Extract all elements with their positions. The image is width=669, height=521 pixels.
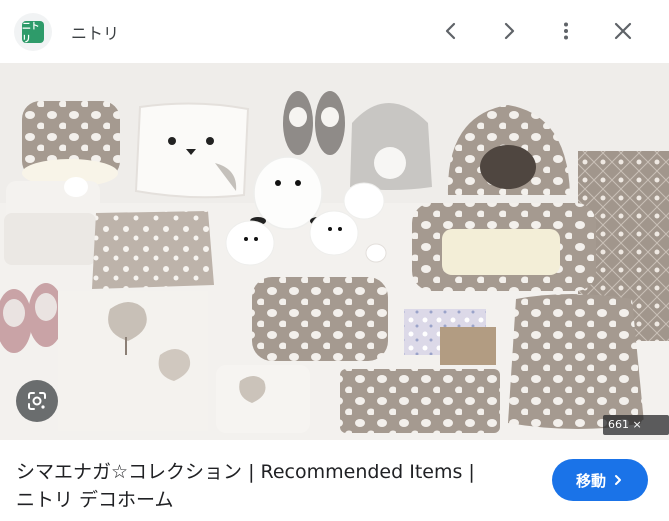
viewer-header: ニトリ ニトリ xyxy=(0,0,669,62)
next-button[interactable] xyxy=(492,14,526,48)
nitori-logo-icon: ニトリ xyxy=(22,21,44,45)
chevron-right-icon xyxy=(504,22,515,40)
visit-button[interactable]: 移動 xyxy=(552,459,648,501)
caption-line-2: ニトリ デコホーム xyxy=(16,489,174,511)
caption-line-1: シマエナガ☆コレクション | Recommended Items | xyxy=(16,461,475,483)
more-options-button[interactable] xyxy=(549,14,583,48)
preview-image[interactable]: 661 × 372 xyxy=(0,63,669,440)
chevron-right-icon xyxy=(615,475,621,485)
site-logo[interactable]: ニトリ xyxy=(14,13,52,51)
visit-button-label: 移動 xyxy=(575,471,606,490)
product-collection-photo xyxy=(0,63,669,440)
google-lens-button[interactable] xyxy=(16,380,58,422)
more-vert-icon xyxy=(564,22,568,40)
chevron-left-icon xyxy=(445,22,456,40)
close-icon xyxy=(614,22,632,40)
site-name[interactable]: ニトリ xyxy=(71,20,119,44)
image-dimensions-badge: 661 × 372 xyxy=(603,415,669,440)
close-button[interactable] xyxy=(606,14,640,48)
image-caption[interactable]: シマエナガ☆コレクション | Recommended Items | ニトリ デ… xyxy=(16,458,536,514)
google-lens-icon xyxy=(28,392,46,410)
previous-button[interactable] xyxy=(434,14,468,48)
